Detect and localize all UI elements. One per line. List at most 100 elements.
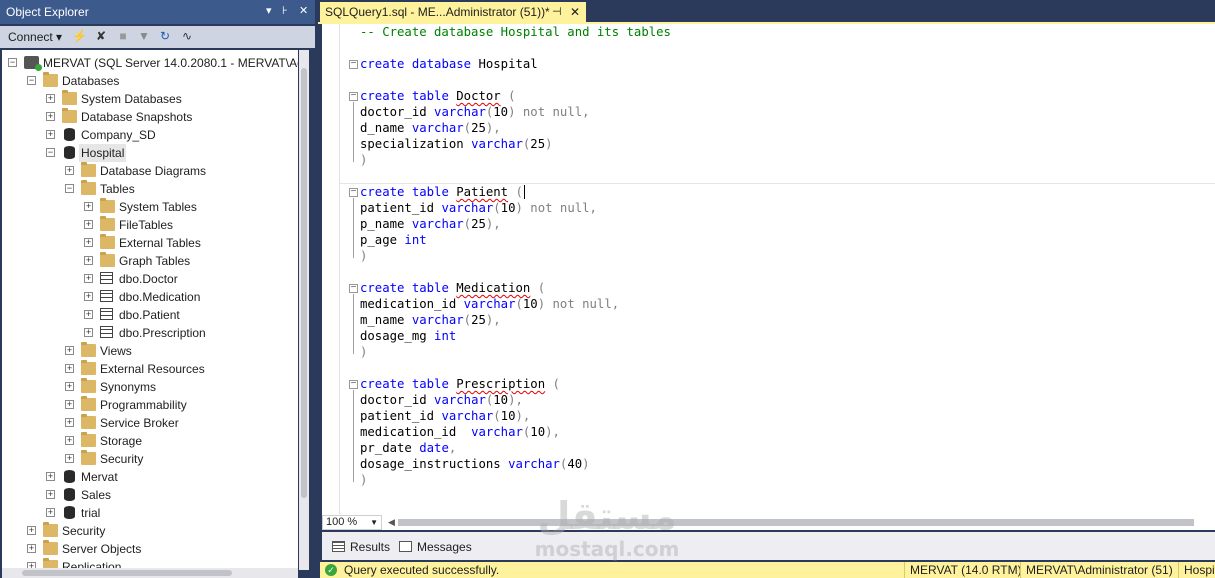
scroll-left-icon[interactable]: ◀	[388, 517, 395, 528]
connect-icon[interactable]: ⚡	[72, 29, 87, 43]
tab-messages[interactable]: Messages	[399, 538, 472, 558]
tree-node[interactable]: + Programmability	[65, 396, 298, 414]
tree-node[interactable]: + Synonyms	[65, 378, 298, 396]
tree-node[interactable]: − Tables	[65, 180, 298, 198]
tree-node[interactable]: + Service Broker	[65, 414, 298, 432]
expand-icon[interactable]: +	[65, 454, 74, 463]
tab-results[interactable]: Results	[332, 538, 390, 558]
zoom-select[interactable]: 100 % ▼	[322, 515, 382, 530]
tab-pin-icon[interactable]: ⊣	[552, 2, 562, 22]
filter-icon[interactable]: ▼	[137, 29, 151, 43]
tree-node[interactable]: + Database Snapshots	[46, 108, 298, 126]
expand-icon[interactable]: +	[84, 274, 93, 283]
tree-node[interactable]: + External Tables	[84, 234, 298, 252]
code-token: varchar	[434, 393, 486, 407]
expand-icon[interactable]: +	[84, 310, 93, 319]
stop-icon[interactable]: ■	[116, 29, 130, 43]
expand-icon[interactable]: +	[84, 328, 93, 337]
tree-horizontal-scrollbar[interactable]	[2, 568, 298, 578]
tree-node[interactable]: + System Databases	[46, 90, 298, 108]
tree-node[interactable]: + dbo.Patient	[84, 306, 298, 324]
collapse-region-icon[interactable]: −	[349, 283, 358, 293]
expand-icon[interactable]: +	[65, 436, 74, 445]
collapse-region-icon[interactable]: −	[349, 379, 358, 389]
tree-node[interactable]: − Databases	[27, 72, 298, 90]
expand-icon[interactable]: +	[84, 292, 93, 301]
expand-icon[interactable]: +	[65, 346, 74, 355]
expand-icon[interactable]: +	[46, 508, 55, 517]
tree-node[interactable]: + trial	[46, 504, 298, 522]
expand-icon[interactable]: +	[65, 382, 74, 391]
tree-vertical-scrollbar[interactable]	[299, 50, 309, 570]
expand-icon[interactable]: +	[46, 130, 55, 139]
tree-node[interactable]: + System Tables	[84, 198, 298, 216]
tree-node[interactable]: + Storage	[65, 432, 298, 450]
tree-node-label: Service Broker	[100, 416, 179, 430]
tree-node[interactable]: − Hospital	[46, 144, 298, 162]
tab-sqlquery1[interactable]: SQLQuery1.sql - ME...Administrator (51))…	[320, 2, 586, 22]
tree-node[interactable]: + Mervat	[46, 468, 298, 486]
expand-icon[interactable]: +	[65, 400, 74, 409]
code-token: (	[552, 377, 560, 391]
tree-node[interactable]: − MERVAT (SQL Server 14.0.2080.1 - MERVAT…	[8, 54, 298, 72]
tree-node[interactable]: + Security	[27, 522, 298, 540]
expand-icon[interactable]: +	[65, 166, 74, 175]
tree-node-label: System Tables	[119, 200, 197, 214]
collapse-icon[interactable]: −	[46, 148, 55, 157]
code-token: )	[537, 297, 546, 311]
tree-node[interactable]: + dbo.Doctor	[84, 270, 298, 288]
connect-button[interactable]: Connect ▾	[8, 30, 62, 44]
tree-node[interactable]: + Server Objects	[27, 540, 298, 558]
tree-node[interactable]: + Company_SD	[46, 126, 298, 144]
pin-icon[interactable]: ⊦	[282, 4, 288, 18]
expand-icon[interactable]: +	[84, 202, 93, 211]
tree-node[interactable]: + FileTables	[84, 216, 298, 234]
expand-icon[interactable]: +	[84, 220, 93, 229]
collapse-region-icon[interactable]: −	[349, 91, 358, 101]
tree-node[interactable]: + External Resources	[65, 360, 298, 378]
expand-icon[interactable]: +	[46, 112, 55, 121]
expand-icon[interactable]: +	[46, 490, 55, 499]
tree-node[interactable]: + Views	[65, 342, 298, 360]
refresh-icon[interactable]: ↻	[158, 29, 172, 43]
tree-node[interactable]: + Database Diagrams	[65, 162, 298, 180]
code-token: )	[582, 457, 590, 471]
expand-icon[interactable]: +	[84, 256, 93, 265]
folder-icon	[43, 72, 58, 87]
close-icon[interactable]: ✕	[299, 4, 308, 18]
tree-node[interactable]: + Security	[65, 450, 298, 468]
status-message: Query executed successfully.	[344, 563, 500, 577]
expand-icon[interactable]: +	[65, 364, 74, 373]
tree-node[interactable]: + Graph Tables	[84, 252, 298, 270]
folder-icon	[81, 360, 96, 375]
tree-node[interactable]: + dbo.Prescription	[84, 324, 298, 342]
scrollbar-thumb[interactable]	[301, 68, 307, 498]
collapse-icon[interactable]: −	[8, 58, 17, 67]
expand-icon[interactable]: +	[27, 544, 36, 553]
code-token: d_name	[360, 121, 412, 135]
code-token: ,	[448, 441, 457, 455]
expand-icon[interactable]: +	[84, 238, 93, 247]
expand-icon[interactable]: +	[27, 526, 36, 535]
activity-monitor-icon[interactable]: ∿	[180, 29, 194, 43]
collapse-icon[interactable]: −	[65, 184, 74, 193]
editor-horizontal-scrollbar[interactable]: ◀	[386, 517, 1215, 527]
code-token: (	[537, 281, 546, 295]
expand-icon[interactable]: +	[46, 472, 55, 481]
collapse-region-icon[interactable]: −	[349, 59, 358, 69]
expand-icon[interactable]: +	[65, 418, 74, 427]
status-user: MERVAT\Administrator (51)	[1020, 562, 1173, 578]
tree-node[interactable]: + Sales	[46, 486, 298, 504]
window-position-icon[interactable]: ▾	[266, 4, 272, 18]
scrollbar-thumb[interactable]	[398, 519, 1194, 526]
collapse-region-icon[interactable]: −	[349, 187, 358, 197]
tree-node[interactable]: + dbo.Medication	[84, 288, 298, 306]
disconnect-icon[interactable]: ✘	[94, 29, 108, 43]
collapse-icon[interactable]: −	[27, 76, 36, 85]
scrollbar-thumb[interactable]	[22, 570, 232, 576]
tab-close-icon[interactable]: ✕	[570, 2, 580, 22]
query-editor[interactable]: -- Create database Hospital and its tabl…	[322, 24, 1215, 514]
expand-icon[interactable]: +	[46, 94, 55, 103]
folder-icon	[100, 216, 115, 231]
database-icon	[64, 488, 75, 501]
